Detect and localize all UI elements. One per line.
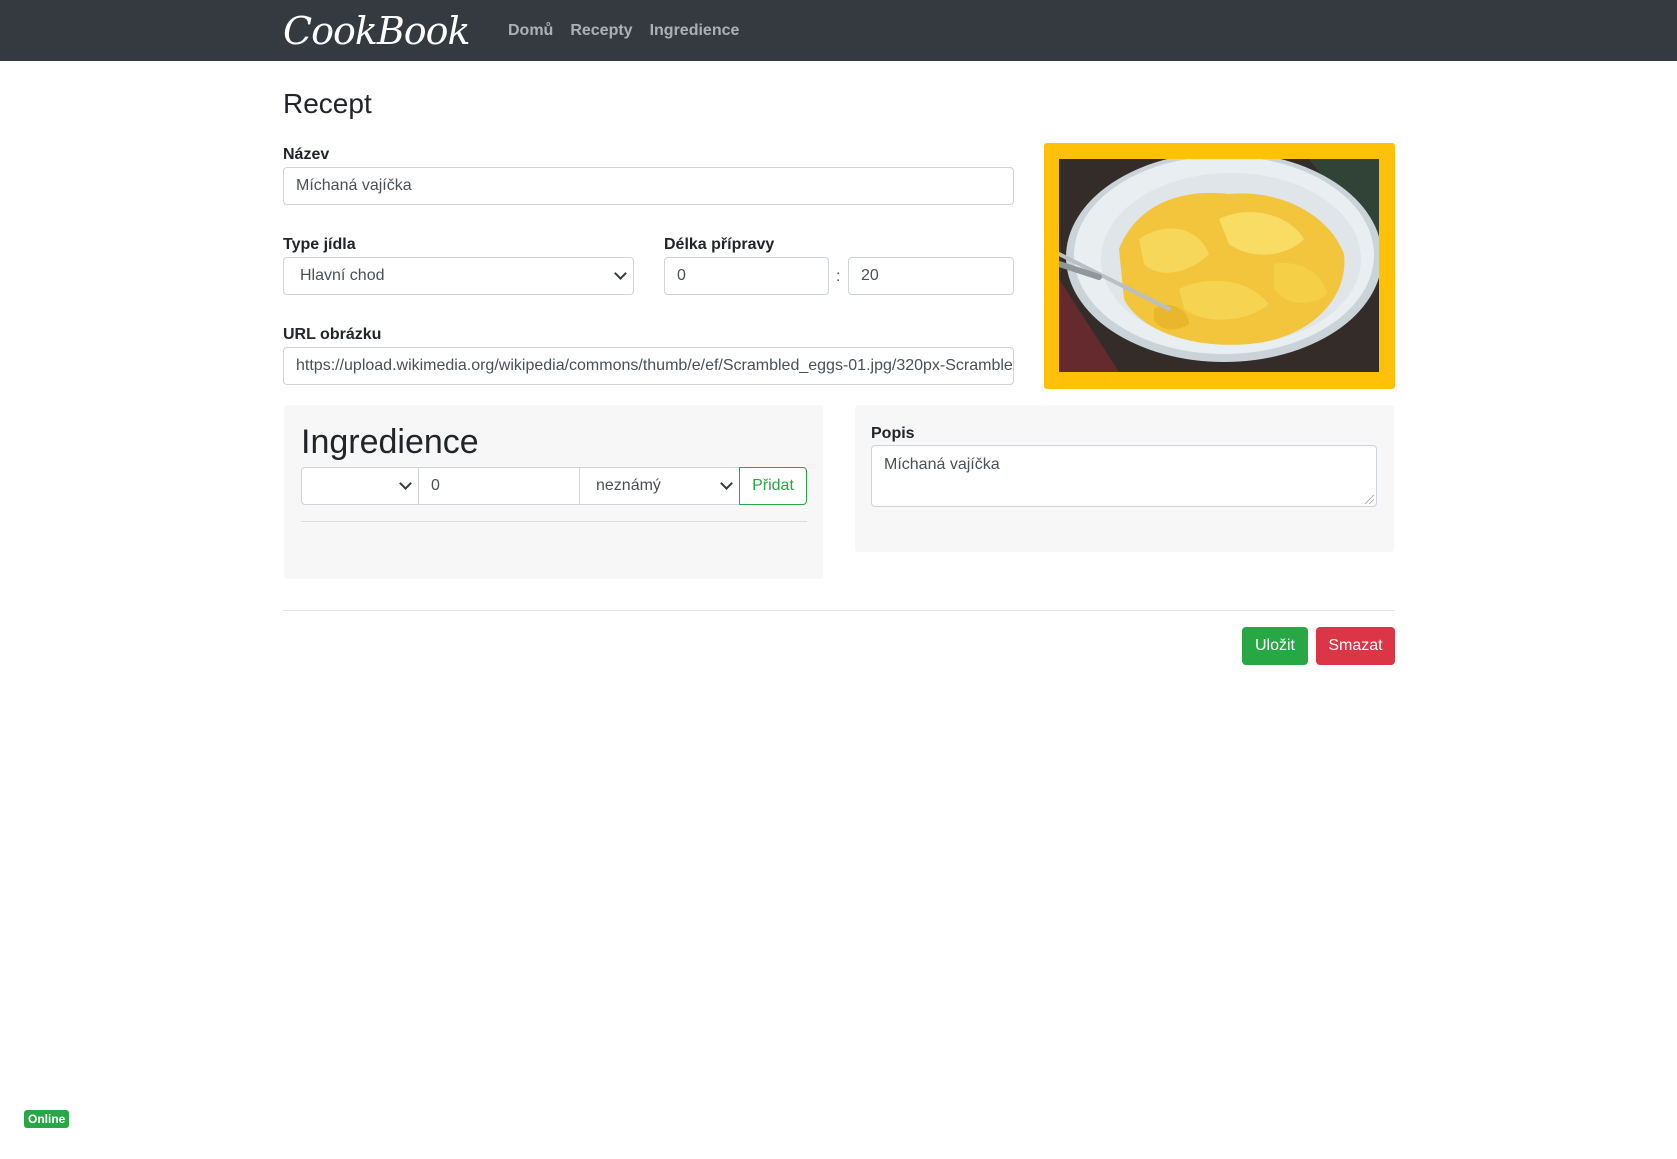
recipe-image	[1059, 159, 1379, 372]
prep-hours-input[interactable]: 0	[664, 257, 829, 295]
form-divider	[283, 610, 1395, 611]
description-text: Míchaná vajíčka	[884, 456, 1000, 473]
page-title: Recept	[283, 88, 372, 119]
name-input[interactable]: Míchaná vajíčka	[283, 167, 1014, 205]
chevron-down-icon	[399, 477, 412, 490]
nav-links: Domů Recepty Ingredience	[508, 0, 739, 61]
save-button[interactable]: Uložit	[1242, 627, 1308, 665]
ingredients-title: Ingredience	[301, 423, 479, 461]
nav-link-recipes[interactable]: Recepty	[570, 22, 632, 40]
add-ingredient-button[interactable]: Přidat	[739, 467, 807, 505]
prep-minutes-input[interactable]: 20	[848, 257, 1014, 295]
recipe-image-frame	[1044, 143, 1395, 389]
meal-type-select[interactable]: Hlavní chod	[283, 257, 634, 295]
ingredient-select[interactable]	[301, 467, 419, 505]
name-label: Název	[283, 146, 330, 163]
ingredient-unit-select[interactable]: neznámý	[579, 467, 740, 505]
ingredients-divider	[301, 521, 807, 522]
delete-button[interactable]: Smazat	[1316, 627, 1395, 665]
chevron-down-icon	[614, 267, 627, 280]
meal-type-value: Hlavní chod	[300, 267, 385, 284]
description-label: Popis	[871, 425, 915, 442]
meal-type-label: Type jídla	[283, 236, 356, 253]
resize-handle-icon[interactable]	[1365, 495, 1374, 504]
prep-time-separator: :	[836, 268, 841, 285]
image-url-label: URL obrázku	[283, 326, 382, 343]
ingredient-amount-input[interactable]: 0	[418, 467, 580, 505]
brand-logo[interactable]: CookBook	[283, 6, 471, 56]
ingredient-unit-value: neznámý	[596, 477, 661, 494]
prep-time-label: Délka přípravy	[664, 236, 775, 253]
navbar: CookBook Domů Recepty Ingredience	[0, 0, 1677, 61]
description-textarea[interactable]: Míchaná vajíčka	[871, 445, 1377, 507]
nav-link-home[interactable]: Domů	[508, 22, 553, 40]
nav-link-ingredients[interactable]: Ingredience	[650, 22, 740, 40]
status-badge: Online	[24, 1110, 70, 1128]
image-url-input[interactable]: https://upload.wikimedia.org/wikipedia/c…	[283, 347, 1014, 385]
chevron-down-icon	[720, 477, 733, 490]
